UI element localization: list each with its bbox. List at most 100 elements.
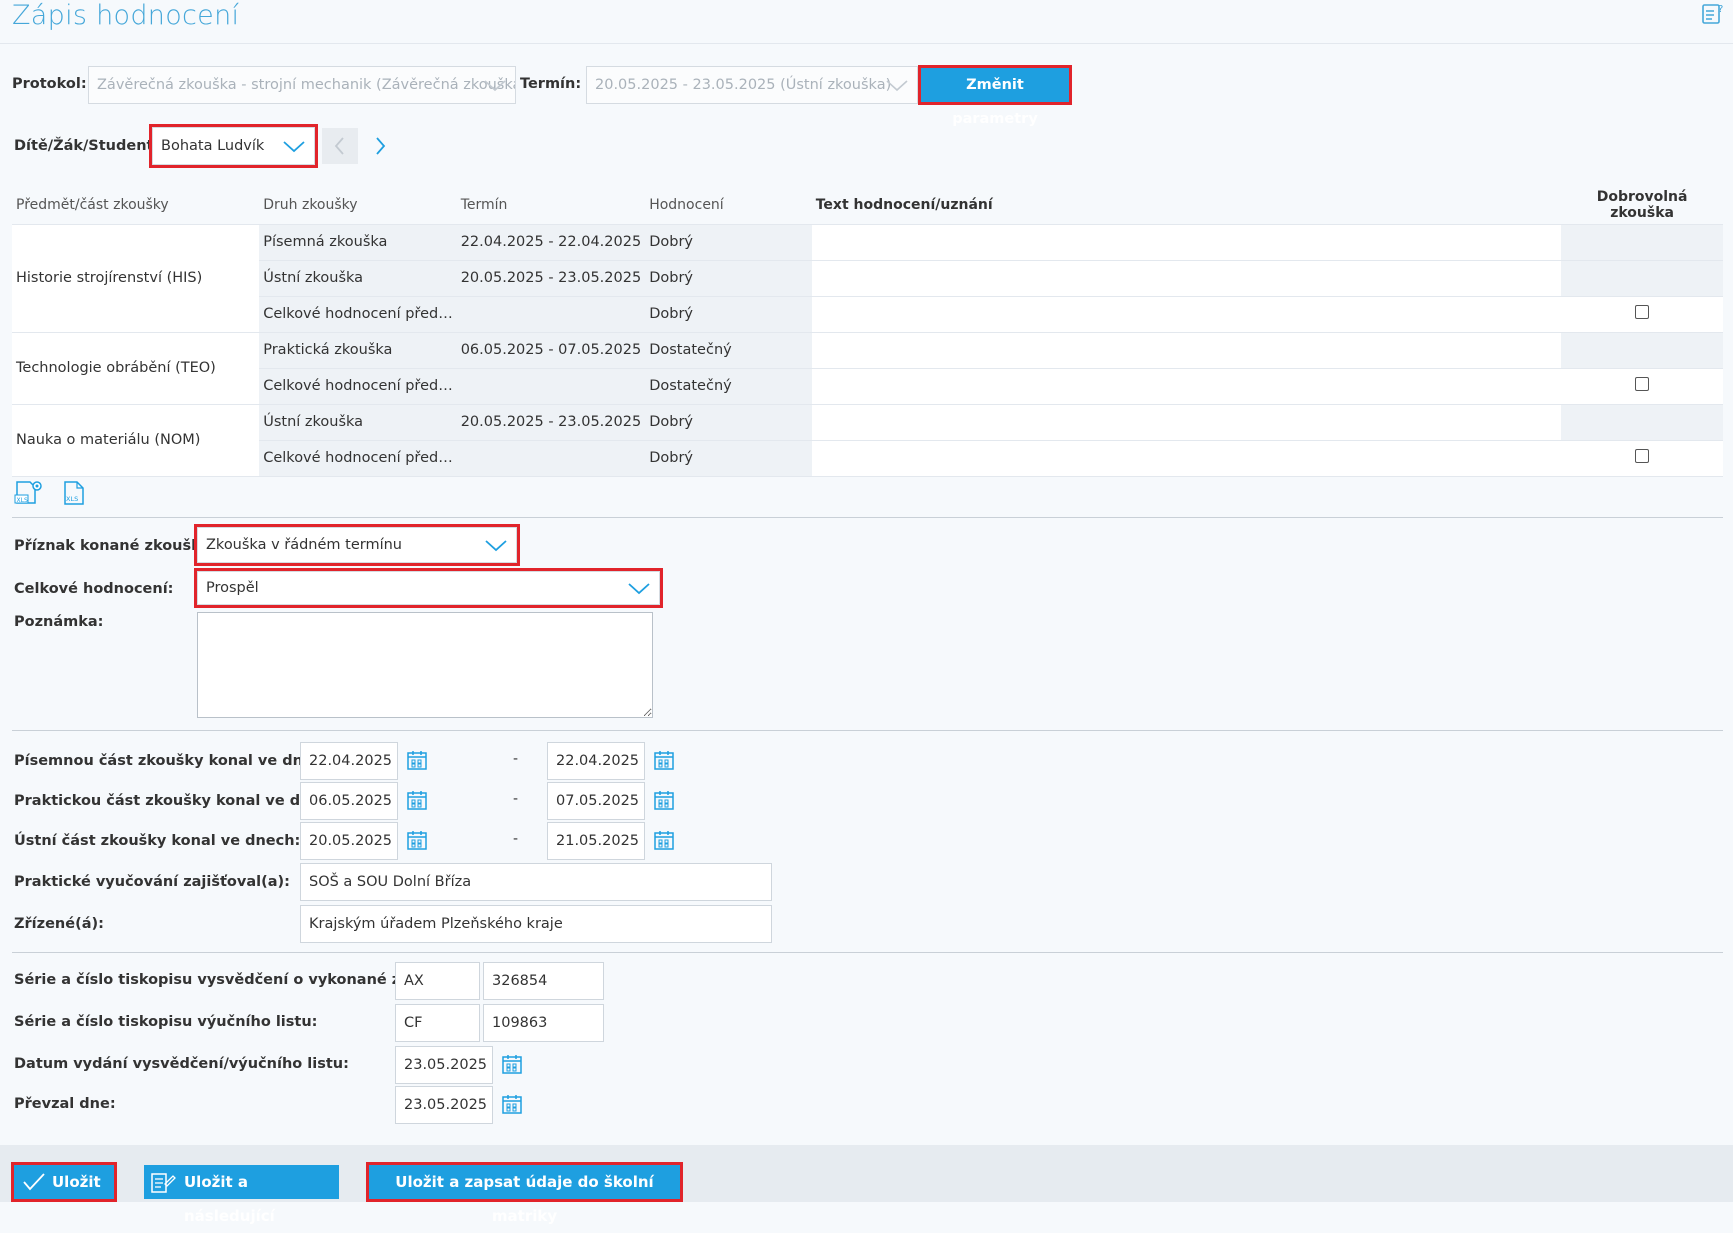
flag-value: Zkouška v řádném termínu: [206, 537, 402, 553]
xls-settings-icon[interactable]: XLS: [14, 478, 44, 506]
received-label: Převzal dne:: [14, 1096, 116, 1112]
oral-label: Ústní část zkoušky konal ve dnech:: [14, 833, 301, 849]
flag-select[interactable]: Zkouška v řádném termínu: [194, 524, 520, 566]
table-row: Nauka o materiálu (NOM) Ústní zkouška 20…: [12, 404, 1723, 477]
subject-cell: Historie strojírenství (HIS): [12, 224, 260, 333]
range-dash: -: [513, 791, 519, 807]
range-dash: -: [513, 751, 519, 767]
table-row: Technologie obrábění (TEO) Praktická zko…: [12, 332, 1723, 405]
exam-type-cell: Ústní zkouška: [259, 260, 457, 297]
grade-cell: Dostatečný: [645, 368, 812, 405]
term-value: 20.05.2025 - 23.05.2025 (Ústní zkouška): [595, 77, 892, 93]
protocol-select[interactable]: Závěrečná zkouška - strojní mechanik (Zá…: [88, 66, 516, 104]
grades-table: Předmět/část zkoušky Druh zkoušky Termín…: [12, 186, 1723, 477]
subject-cell: Nauka o materiálu (NOM): [12, 404, 260, 477]
check-icon: [23, 1173, 45, 1191]
previous-student-button[interactable]: [322, 128, 358, 164]
save-button-label: Uložit: [52, 1173, 101, 1191]
cert-number-input[interactable]: 326854: [483, 962, 604, 1000]
grade-cell: Dobrý: [645, 296, 812, 333]
written-from-input[interactable]: 22.04.2025: [300, 742, 398, 780]
table-row: Celkové hodnocení před… Dobrý: [12, 296, 1723, 333]
exam-type-cell: Praktická zkouška: [259, 332, 457, 369]
chevron-down-icon: [283, 141, 305, 153]
calendar-icon[interactable]: [501, 1093, 523, 1115]
table-row: Ústní zkouška 20.05.2025 - 23.05.2025 Do…: [12, 260, 1723, 297]
page-title: Zápis hodnocení: [12, 0, 240, 31]
text-cell[interactable]: [811, 404, 1562, 441]
oral-from-input[interactable]: 20.05.2025: [300, 822, 398, 860]
subject-cell: Technologie obrábění (TEO): [12, 332, 260, 405]
student-label: Dítě/Žák/Student:: [14, 138, 160, 154]
protocol-label: Protokol:: [12, 76, 87, 92]
voluntary-cell: [1561, 404, 1723, 441]
exam-type-cell: Celkové hodnocení před…: [259, 440, 457, 477]
cert-series-input[interactable]: AX: [395, 962, 480, 1000]
founder-input[interactable]: Krajským úřadem Plzeňského kraje: [300, 905, 772, 943]
chevron-down-icon: [886, 80, 908, 92]
issue-date-input[interactable]: 23.05.2025: [395, 1046, 493, 1084]
protocol-value: Závěrečná zkouška - strojní mechanik (Zá…: [97, 77, 516, 93]
term-select[interactable]: 20.05.2025 - 23.05.2025 (Ústní zkouška): [586, 66, 918, 104]
section-divider: [12, 517, 1723, 518]
text-cell[interactable]: [811, 260, 1562, 297]
calendar-icon[interactable]: [653, 749, 675, 771]
diploma-number-input[interactable]: 109863: [483, 1004, 604, 1042]
text-cell[interactable]: [811, 332, 1562, 369]
grade-cell: Dostatečný: [645, 332, 812, 369]
flag-label: Příznak konané zkoušky:: [14, 538, 217, 554]
calendar-icon[interactable]: [406, 829, 428, 851]
note-label: Poznámka:: [14, 614, 104, 630]
text-cell[interactable]: [811, 440, 1562, 477]
help-icon[interactable]: ?: [1701, 2, 1725, 26]
note-textarea[interactable]: [197, 612, 653, 718]
voluntary-checkbox[interactable]: [1635, 449, 1650, 463]
calendar-icon[interactable]: [406, 749, 428, 771]
save-next-button[interactable]: Uložit a následující: [144, 1165, 339, 1225]
voluntary-cell: [1561, 296, 1723, 333]
calendar-icon[interactable]: [653, 829, 675, 851]
col-subject: Předmět/část zkoušky: [12, 186, 260, 225]
received-date-input[interactable]: 23.05.2025: [395, 1086, 493, 1124]
text-cell[interactable]: [811, 368, 1562, 405]
exam-type-cell: Ústní zkouška: [259, 404, 457, 441]
exam-type-cell: Celkové hodnocení před…: [259, 368, 457, 405]
calendar-icon[interactable]: [653, 789, 675, 811]
grade-cell: Dobrý: [645, 404, 812, 441]
term-label: Termín:: [520, 76, 582, 92]
next-student-button[interactable]: [362, 128, 398, 164]
calendar-icon[interactable]: [501, 1053, 523, 1075]
text-cell[interactable]: [811, 296, 1562, 333]
student-value: Bohata Ludvík: [161, 138, 265, 154]
col-voluntary: Dobrovolná zkouška: [1561, 186, 1723, 225]
table-row: Celkové hodnocení před… Dostatečný: [12, 368, 1723, 405]
training-input[interactable]: SOŠ a SOU Dolní Bříza: [300, 863, 772, 901]
col-grade: Hodnocení: [645, 186, 812, 225]
save-button[interactable]: Uložit: [11, 1162, 117, 1202]
diploma-label: Série a číslo tiskopisu výučního listu:: [14, 1014, 318, 1030]
change-parameters-button[interactable]: Změnit parametry: [918, 65, 1072, 127]
overall-select[interactable]: Prospěl: [194, 568, 663, 608]
practical-from-input[interactable]: 06.05.2025: [300, 782, 398, 820]
voluntary-checkbox[interactable]: [1635, 377, 1650, 391]
practical-to-input[interactable]: 07.05.2025: [547, 782, 645, 820]
section-divider: [12, 730, 1723, 731]
term-cell: 20.05.2025 - 23.05.2025: [456, 404, 646, 441]
student-select[interactable]: Bohata Ludvík: [149, 124, 318, 168]
grade-cell: Dobrý: [645, 440, 812, 477]
voluntary-checkbox[interactable]: [1635, 305, 1650, 319]
diploma-series-input[interactable]: CF: [395, 1004, 480, 1042]
oral-to-input[interactable]: 21.05.2025: [547, 822, 645, 860]
training-label: Praktické vyučování zajišťoval(a):: [14, 874, 290, 890]
written-to-input[interactable]: 22.04.2025: [547, 742, 645, 780]
chevron-right-icon: [376, 137, 386, 155]
calendar-icon[interactable]: [406, 789, 428, 811]
voluntary-cell: [1561, 332, 1723, 369]
term-cell: [456, 440, 646, 477]
save-next-icon: [151, 1173, 176, 1193]
overall-label: Celkové hodnocení:: [14, 581, 174, 597]
xls-icon[interactable]: XLS: [62, 480, 86, 506]
chevron-left-icon: [334, 137, 344, 155]
text-cell[interactable]: [811, 224, 1562, 261]
save-registry-button[interactable]: Uložit a zapsat údaje do školní matriky: [366, 1162, 683, 1225]
